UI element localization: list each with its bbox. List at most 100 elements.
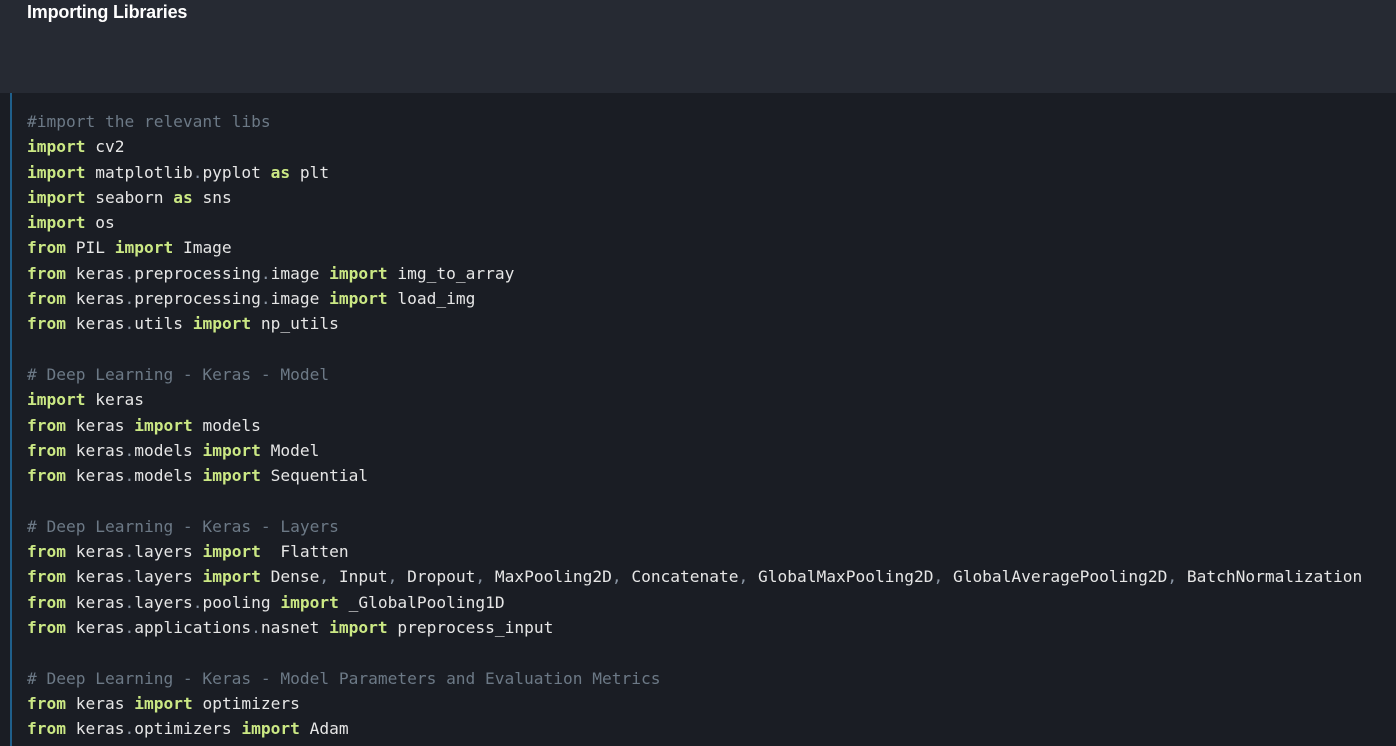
code-text: layers [134,542,203,562]
code-punctuation: . [124,289,135,309]
code-keyword: from [27,440,66,460]
code-text: applications [134,617,252,637]
code-text: np_utils [251,314,339,334]
code-text: preprocessing [134,289,261,309]
code-cell[interactable]: #import the relevant libs import cv2 impor… [0,93,1396,746]
code-text: keras [65,542,125,562]
code-text: Adam [299,719,349,739]
code-text: models [134,466,203,486]
code-punctuation: . [124,263,135,283]
code-text: image [270,263,330,283]
code-keyword: import [202,542,261,562]
code-keyword: from [27,263,66,283]
code-line: from keras.layers import Flatten [27,539,1362,564]
code-punctuation: , [611,567,622,587]
code-keyword: import [192,314,252,334]
code-text: keras [85,390,144,410]
code-text: Dropout [397,567,476,587]
code-line: from keras.models import Sequential [27,463,1362,488]
code-text: Image [173,238,232,258]
code-text: utils [134,314,193,334]
code-keyword: import [134,693,193,713]
code-text: MaxPooling2D [485,567,612,587]
code-keyword: from [27,466,66,486]
code-text: os [85,213,115,233]
code-keyword: as [173,187,193,207]
code-line: from keras.layers.pooling import _Global… [27,590,1362,615]
code-punctuation: . [124,567,135,587]
code-keyword: import [27,213,86,233]
cell-heading: Importing Libraries [27,2,188,22]
code-punctuation: . [192,162,203,182]
code-punctuation: . [124,314,135,334]
code-text: keras [65,440,125,460]
code-keyword: import [27,390,86,410]
code-text: _GlobalPooling1D [338,592,505,612]
code-line: import os [27,210,1362,235]
code-text: keras [65,617,125,637]
code-punctuation: . [124,440,135,460]
code-keyword: from [27,567,66,587]
code-line: #import the relevant libs [27,109,1362,134]
code-punctuation: , [933,567,944,587]
code-editor[interactable]: #import the relevant libs import cv2 impor… [27,109,1362,741]
code-line: from keras.layers import Dense, Input, D… [27,564,1362,589]
code-keyword: import [27,187,86,207]
code-text: Dense [260,567,320,587]
code-line: # Deep Learning - Keras - Model [27,362,1362,387]
code-punctuation: , [1167,567,1178,587]
code-text: nasnet [260,617,330,637]
code-keyword: from [27,592,66,612]
code-line: import seaborn as sns [27,185,1362,210]
code-keyword: import [114,238,174,258]
code-line: from keras.preprocessing.image import lo… [27,286,1362,311]
code-text: keras [65,314,125,334]
code-keyword: import [329,263,388,283]
code-text: models [192,415,261,435]
code-keyword: import [202,567,261,587]
code-punctuation: . [124,542,135,562]
code-keyword: from [27,693,66,713]
code-punctuation: . [124,617,135,637]
code-text: pyplot [202,162,271,182]
code-keyword: import [202,440,261,460]
code-keyword: as [270,162,291,182]
code-text: keras [65,567,125,587]
code-punctuation: . [124,592,135,612]
code-keyword: import [27,162,86,182]
code-text: GlobalAveragePooling2D [943,567,1168,587]
code-keyword: import [241,719,300,739]
code-line: # Deep Learning - Keras - Model Paramete… [27,666,1362,691]
code-keyword: from [27,542,66,562]
code-punctuation: , [738,567,749,587]
code-comment: # Deep Learning - Keras - Layers [27,516,339,536]
code-line: from keras.utils import np_utils [27,311,1362,336]
code-text: keras [65,466,125,486]
code-keyword: from [27,238,66,258]
code-keyword: import [329,617,388,637]
code-text: preprocessing [134,263,261,283]
code-text: Sequential [260,466,369,486]
code-keyword: from [27,719,66,739]
code-keyword: import [280,592,339,612]
code-line: from keras.models import Model [27,438,1362,463]
code-line: from PIL import Image [27,235,1362,260]
code-punctuation: . [124,719,135,739]
code-comment: # Deep Learning - Keras - Model Paramete… [27,668,661,688]
code-punctuation: , [387,567,398,587]
code-line: import matplotlib.pyplot as plt [27,160,1362,185]
code-text: keras [65,289,125,309]
code-text: keras [65,592,125,612]
code-punctuation: . [192,592,203,612]
code-line: import cv2 [27,134,1362,159]
markdown-cell[interactable]: Importing Libraries [0,0,1396,93]
code-text: keras [65,263,125,283]
code-punctuation: . [124,466,135,486]
code-text: layers [134,592,193,612]
code-punctuation: . [260,263,271,283]
code-line: from keras import optimizers [27,691,1362,716]
code-text: keras [65,693,135,713]
code-text: models [134,440,203,460]
